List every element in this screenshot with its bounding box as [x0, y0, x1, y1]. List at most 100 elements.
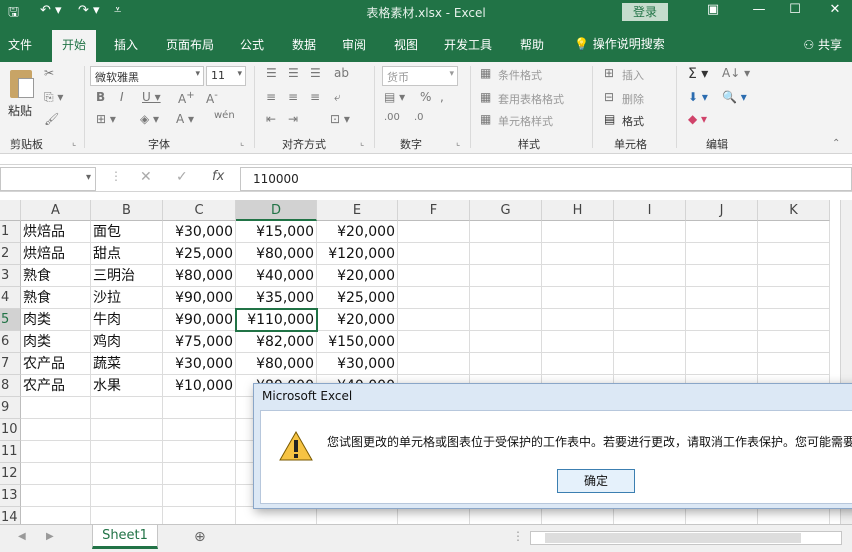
dialog-launcher-icon[interactable]: ⌞	[360, 138, 364, 148]
autosum-icon[interactable]: Σ ▾	[688, 66, 708, 82]
tab-file[interactable]: 文件	[8, 36, 32, 53]
table-cell[interactable]	[470, 265, 542, 287]
table-cell[interactable]	[614, 265, 686, 287]
tab-help[interactable]: 帮助	[520, 36, 544, 53]
tell-me-search[interactable]: 💡 操作说明搜索	[574, 35, 665, 52]
table-cell[interactable]	[758, 331, 830, 353]
fill-icon[interactable]: ⬇ ▾	[688, 90, 708, 104]
table-cell[interactable]: ¥30,000	[163, 221, 236, 243]
table-cell[interactable]	[686, 221, 758, 243]
table-cell[interactable]	[758, 309, 830, 331]
tab-developer[interactable]: 开发工具	[444, 36, 492, 53]
table-cell[interactable]	[163, 441, 236, 463]
column-header[interactable]: B	[91, 200, 163, 221]
font-size-select[interactable]: 11 ▾	[206, 66, 246, 86]
tab-insert[interactable]: 插入	[114, 36, 138, 53]
table-cell[interactable]	[614, 353, 686, 375]
row-header[interactable]: 5	[0, 309, 21, 331]
name-box[interactable]: ▾	[0, 167, 96, 191]
row-header[interactable]: 6	[0, 331, 21, 353]
table-cell[interactable]: ¥120,000	[317, 243, 398, 265]
table-cell[interactable]	[163, 419, 236, 441]
align-bottom-icon[interactable]: ☰	[310, 66, 321, 80]
clear-icon[interactable]: ◆ ▾	[688, 112, 707, 126]
increase-indent-icon[interactable]: ⇥	[288, 112, 298, 126]
column-header[interactable]: D	[236, 200, 317, 221]
table-cell[interactable]: ¥30,000	[317, 353, 398, 375]
orientation-icon[interactable]: ab	[334, 66, 349, 80]
table-cell[interactable]	[91, 419, 163, 441]
table-cell[interactable]	[21, 397, 91, 419]
dialog-launcher-icon[interactable]: ⌞	[456, 138, 460, 148]
table-cell[interactable]: ¥10,000	[163, 375, 236, 397]
column-header[interactable]: G	[470, 200, 542, 221]
table-cell[interactable]	[398, 309, 470, 331]
font-color-icon[interactable]: A ▾	[176, 112, 194, 126]
table-cell[interactable]: 牛肉	[91, 309, 163, 331]
table-cell[interactable]	[614, 287, 686, 309]
sheet-tab[interactable]: Sheet1	[92, 525, 158, 549]
delete-cells-button[interactable]: 删除	[622, 91, 644, 107]
copy-icon[interactable]: ⎘ ▾	[44, 90, 63, 105]
table-cell[interactable]	[686, 243, 758, 265]
align-left-icon[interactable]: ≡	[266, 90, 276, 104]
table-cell[interactable]	[91, 397, 163, 419]
tab-view[interactable]: 视图	[394, 36, 418, 53]
table-cell[interactable]: 农产品	[21, 353, 91, 375]
table-cell[interactable]	[470, 331, 542, 353]
table-cell[interactable]	[542, 243, 614, 265]
table-cell[interactable]: 肉类	[21, 309, 91, 331]
table-cell[interactable]	[163, 463, 236, 485]
table-cell[interactable]	[758, 353, 830, 375]
close-icon[interactable]: ✕	[812, 2, 852, 17]
table-cell[interactable]	[686, 353, 758, 375]
align-top-icon[interactable]: ☰	[266, 66, 277, 80]
table-cell[interactable]	[758, 243, 830, 265]
table-cell[interactable]	[614, 243, 686, 265]
table-cell[interactable]	[470, 243, 542, 265]
increase-decimal-icon[interactable]: .00	[384, 112, 400, 123]
table-cell[interactable]	[398, 243, 470, 265]
column-header[interactable]: J	[686, 200, 758, 221]
table-cell[interactable]: 熟食	[21, 265, 91, 287]
align-right-icon[interactable]: ≡	[310, 90, 320, 104]
horizontal-scrollbar[interactable]	[530, 531, 842, 545]
align-middle-icon[interactable]: ☰	[288, 66, 299, 80]
decrease-decimal-icon[interactable]: .0	[414, 112, 424, 123]
table-cell[interactable]	[614, 331, 686, 353]
column-header[interactable]: C	[163, 200, 236, 221]
table-cell[interactable]	[542, 331, 614, 353]
number-format-select[interactable]: 货币 ▾	[382, 66, 458, 86]
table-cell[interactable]	[91, 485, 163, 507]
table-cell[interactable]	[398, 287, 470, 309]
format-painter-icon[interactable]: 🖌	[44, 112, 59, 126]
table-cell[interactable]	[470, 353, 542, 375]
table-cell[interactable]	[21, 419, 91, 441]
table-cell[interactable]	[91, 463, 163, 485]
tab-formulas[interactable]: 公式	[240, 36, 264, 53]
column-header[interactable]: F	[398, 200, 470, 221]
shrink-font-icon[interactable]: A-	[206, 90, 218, 106]
table-cell[interactable]: 沙拉	[91, 287, 163, 309]
table-cell[interactable]: 水果	[91, 375, 163, 397]
column-header[interactable]: K	[758, 200, 830, 221]
phonetic-icon[interactable]: wén	[214, 110, 235, 121]
table-cell[interactable]	[398, 221, 470, 243]
table-cell[interactable]: ¥150,000	[317, 331, 398, 353]
table-cell[interactable]	[542, 265, 614, 287]
table-cell[interactable]	[398, 265, 470, 287]
table-cell[interactable]	[163, 485, 236, 507]
login-button[interactable]: 登录	[622, 3, 668, 21]
table-cell[interactable]: ¥25,000	[163, 243, 236, 265]
table-cell[interactable]	[686, 331, 758, 353]
table-cell[interactable]: ¥30,000	[163, 353, 236, 375]
italic-icon[interactable]: I	[120, 90, 124, 104]
sort-filter-icon[interactable]: A↓ ▾	[722, 66, 750, 80]
table-cell[interactable]: 蔬菜	[91, 353, 163, 375]
row-header[interactable]: 13	[0, 485, 21, 507]
cut-icon[interactable]: ✂	[44, 66, 54, 80]
row-header[interactable]: 4	[0, 287, 21, 309]
table-cell[interactable]: 烘焙品	[21, 243, 91, 265]
conditional-format-button[interactable]: 条件格式	[498, 67, 542, 83]
fill-color-icon[interactable]: ◈ ▾	[140, 112, 159, 126]
